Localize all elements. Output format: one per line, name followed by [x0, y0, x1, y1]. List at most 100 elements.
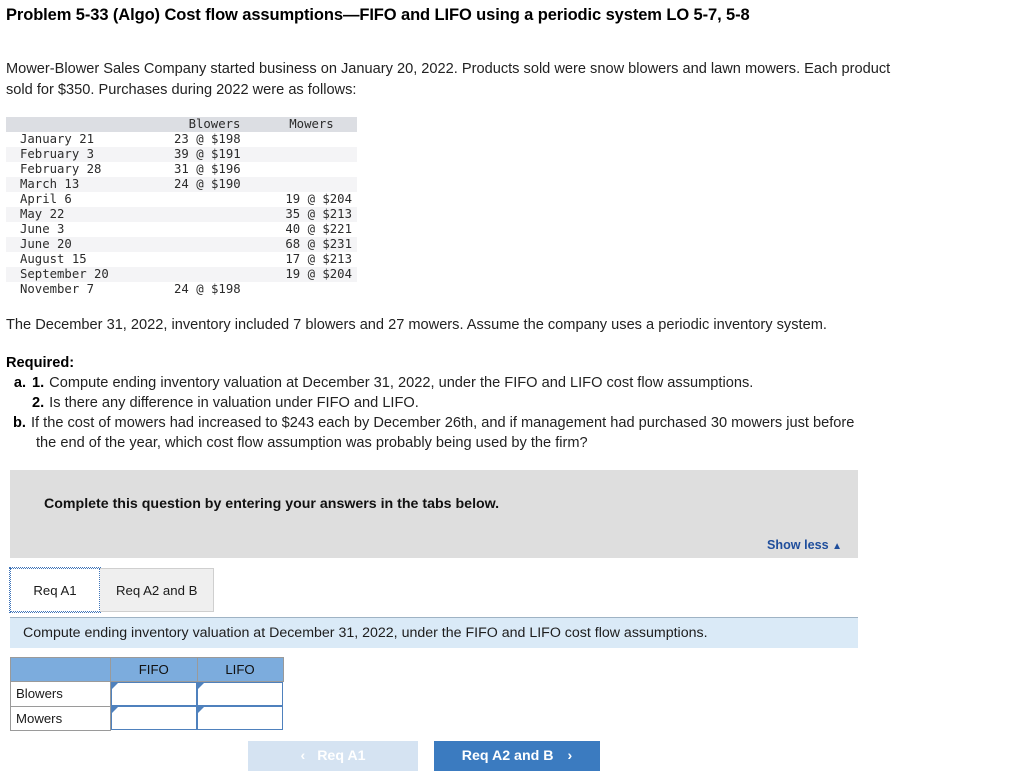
purchase-date-cell: February 3 [20, 147, 95, 161]
caret-up-icon: ▲ [832, 541, 842, 552]
chevron-right-icon: › [567, 748, 573, 764]
input-cell-marker [111, 706, 197, 730]
purchase-date-cell: May 22 [20, 207, 65, 221]
purchase-date-cell: April 6 [20, 192, 72, 206]
fifo-input-blowers[interactable] [112, 683, 196, 705]
table-row: June 3 40 @ $221 [6, 222, 357, 237]
required-item: 2. Is there any difference in valuation u… [6, 393, 936, 413]
purchase-date-cell: June 3 [20, 222, 65, 236]
mowers-purchase-cell: 17 @ $213 [285, 252, 352, 266]
required-item-number: 2. [32, 395, 45, 411]
instruction-text: Complete this question by entering your … [44, 496, 500, 512]
blowers-purchase-cell [163, 237, 266, 252]
problem-page: Problem 5-33 (Algo) Cost flow assumption… [0, 0, 1027, 784]
required-item: a. 1. Compute ending inventory valuation a… [6, 373, 936, 393]
answer-header-row: FIFO LIFO [10, 657, 284, 682]
purchases-table: Blowers Mowers January 21 23 @ $198 Februa… [6, 117, 357, 297]
table-row: March 13 24 @ $190 [6, 177, 357, 192]
mowers-purchase-cell [266, 132, 357, 147]
mowers-purchase-cell [266, 282, 357, 297]
blowers-purchase-cell: 31 @ $196 [174, 162, 241, 176]
tab-label: Req A1 [33, 582, 77, 598]
page-title: Problem 5-33 (Algo) Cost flow assumption… [6, 6, 750, 24]
tab-bar: Req A1 Req A2 and B [9, 567, 215, 613]
table-row: February 28 31 @ $196 [6, 162, 357, 177]
table-row: April 6 19 @ $204 [6, 192, 357, 207]
mowers-purchase-cell: 19 @ $204 [285, 267, 352, 281]
navigation-buttons: ‹ Req A1 Req A2 and B › [0, 741, 1027, 771]
column-header-fifo: FIFO [110, 657, 198, 682]
next-requirement-button[interactable]: Req A2 and B › [434, 741, 600, 771]
required-item-text: Compute ending inventory valuation at De… [49, 375, 754, 391]
answer-cell-fifo [111, 682, 197, 706]
blowers-purchase-cell [163, 192, 266, 207]
table-row: August 15 17 @ $213 [6, 252, 357, 267]
required-item-text: Is there any difference in valuation und… [49, 395, 419, 411]
show-less-label: Show less [767, 538, 829, 552]
table-row: May 22 35 @ $213 [6, 207, 357, 222]
mowers-purchase-cell: 68 @ $231 [285, 237, 352, 251]
purchase-date-cell: August 15 [20, 252, 87, 266]
answer-table: FIFO LIFO Blowers Mowers [10, 657, 284, 731]
column-header-blowers: Blowers [188, 117, 241, 131]
answer-corner-cell [10, 657, 111, 682]
input-cell-marker [111, 682, 197, 706]
blowers-purchase-cell: 24 @ $190 [174, 177, 241, 191]
required-item: the end of the year, which cost flow ass… [6, 433, 936, 453]
required-list: a. 1. Compute ending inventory valuation a… [6, 373, 936, 453]
blowers-purchase-cell [163, 222, 266, 237]
answer-row: Mowers [10, 705, 283, 731]
required-item-marker: b. [13, 415, 26, 431]
tab-req-a2-and-b[interactable]: Req A2 and B [100, 568, 215, 612]
requirement-instruction-bar: Compute ending inventory valuation at De… [10, 617, 858, 648]
answer-cell-fifo [111, 706, 197, 730]
requirement-instruction-text: Compute ending inventory valuation at De… [23, 625, 708, 641]
required-item-marker: a. [13, 375, 26, 391]
purchase-date-cell: February 28 [20, 162, 102, 176]
required-item-text: the end of the year, which cost flow ass… [36, 435, 588, 451]
mowers-purchase-cell [266, 162, 357, 177]
column-header-lifo: LIFO [196, 657, 284, 682]
answer-row-label: Mowers [10, 705, 111, 731]
blowers-purchase-cell [163, 252, 266, 267]
purchase-date-cell: March 13 [20, 177, 80, 191]
chevron-left-icon: ‹ [300, 748, 306, 764]
answer-table-body: Blowers Mowers [10, 681, 283, 731]
table-row: January 21 23 @ $198 [6, 132, 357, 147]
lifo-input-blowers[interactable] [198, 683, 282, 705]
purchases-table-head: Blowers Mowers [6, 117, 357, 132]
required-item: b. If the cost of mowers had increased to… [6, 413, 936, 433]
instruction-panel: Complete this question by entering your … [10, 470, 858, 558]
intro-paragraph: Mower-Blower Sales Company started busin… [6, 61, 891, 98]
answer-cell-lifo [197, 682, 283, 706]
table-header-row: Blowers Mowers [6, 117, 357, 132]
tab-label: Req A2 and B [116, 582, 198, 598]
table-row: September 20 19 @ $204 [6, 267, 357, 282]
answer-row: Blowers [10, 681, 283, 707]
show-less-link[interactable]: Show less ▲ [767, 538, 842, 552]
blowers-purchase-cell: 24 @ $198 [174, 282, 241, 296]
answer-table-head: FIFO LIFO [10, 657, 284, 682]
required-item-text: If the cost of mowers had increased to $… [31, 415, 855, 431]
input-cell-marker [197, 682, 283, 706]
table-row: June 20 68 @ $231 [6, 237, 357, 252]
tab-req-a1[interactable]: Req A1 [9, 567, 101, 613]
table-row: February 3 39 @ $191 [6, 147, 357, 162]
required-heading: Required: [6, 355, 75, 371]
purchase-date-cell: September 20 [20, 267, 109, 281]
column-header-date [6, 117, 163, 132]
table-row: November 7 24 @ $198 [6, 282, 357, 297]
column-header-mowers: Mowers [289, 117, 334, 131]
answer-cell-lifo [197, 706, 283, 730]
purchases-table-body: January 21 23 @ $198 February 3 39 @ $191 Fe… [6, 132, 357, 297]
mowers-purchase-cell: 35 @ $213 [285, 207, 352, 221]
purchase-date-cell: June 20 [20, 237, 72, 251]
blowers-purchase-cell: 23 @ $198 [174, 132, 241, 146]
blowers-purchase-cell [163, 267, 266, 282]
blowers-purchase-cell [163, 207, 266, 222]
inventory-note: The December 31, 2022, inventory include… [6, 317, 827, 333]
blowers-purchase-cell: 39 @ $191 [174, 147, 241, 161]
prev-requirement-button[interactable]: ‹ Req A1 [248, 741, 418, 771]
fifo-input-mowers[interactable] [112, 707, 196, 729]
lifo-input-mowers[interactable] [198, 707, 282, 729]
